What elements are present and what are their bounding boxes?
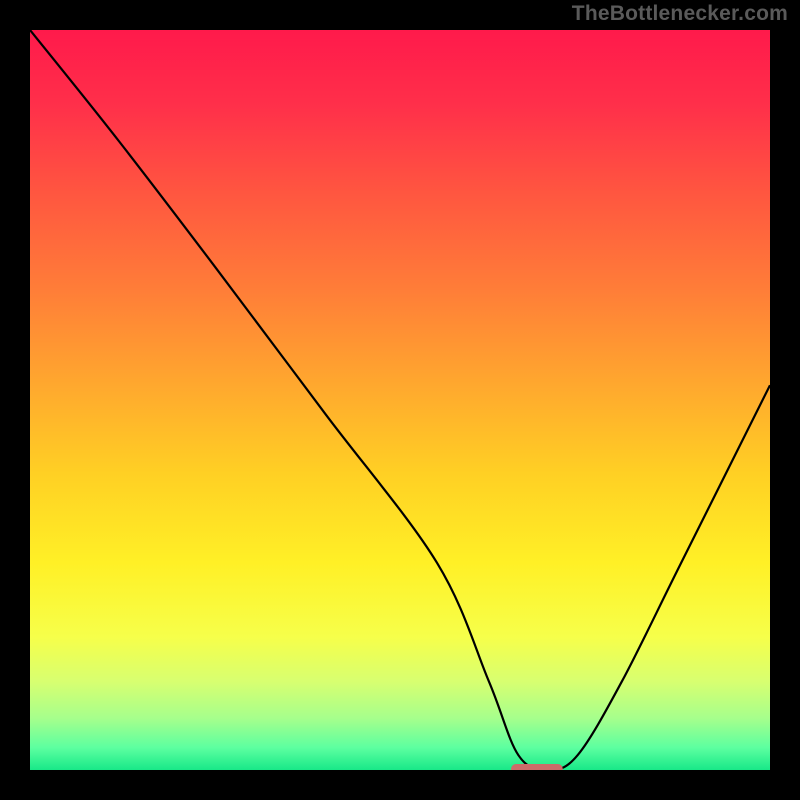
heat-gradient-bg — [30, 30, 770, 770]
chart-container: TheBottlenecker.com — [0, 0, 800, 800]
source-watermark: TheBottlenecker.com — [572, 2, 788, 26]
optimal-range-marker — [511, 764, 563, 770]
bottleneck-chart — [30, 30, 770, 770]
plot-area — [30, 30, 770, 770]
